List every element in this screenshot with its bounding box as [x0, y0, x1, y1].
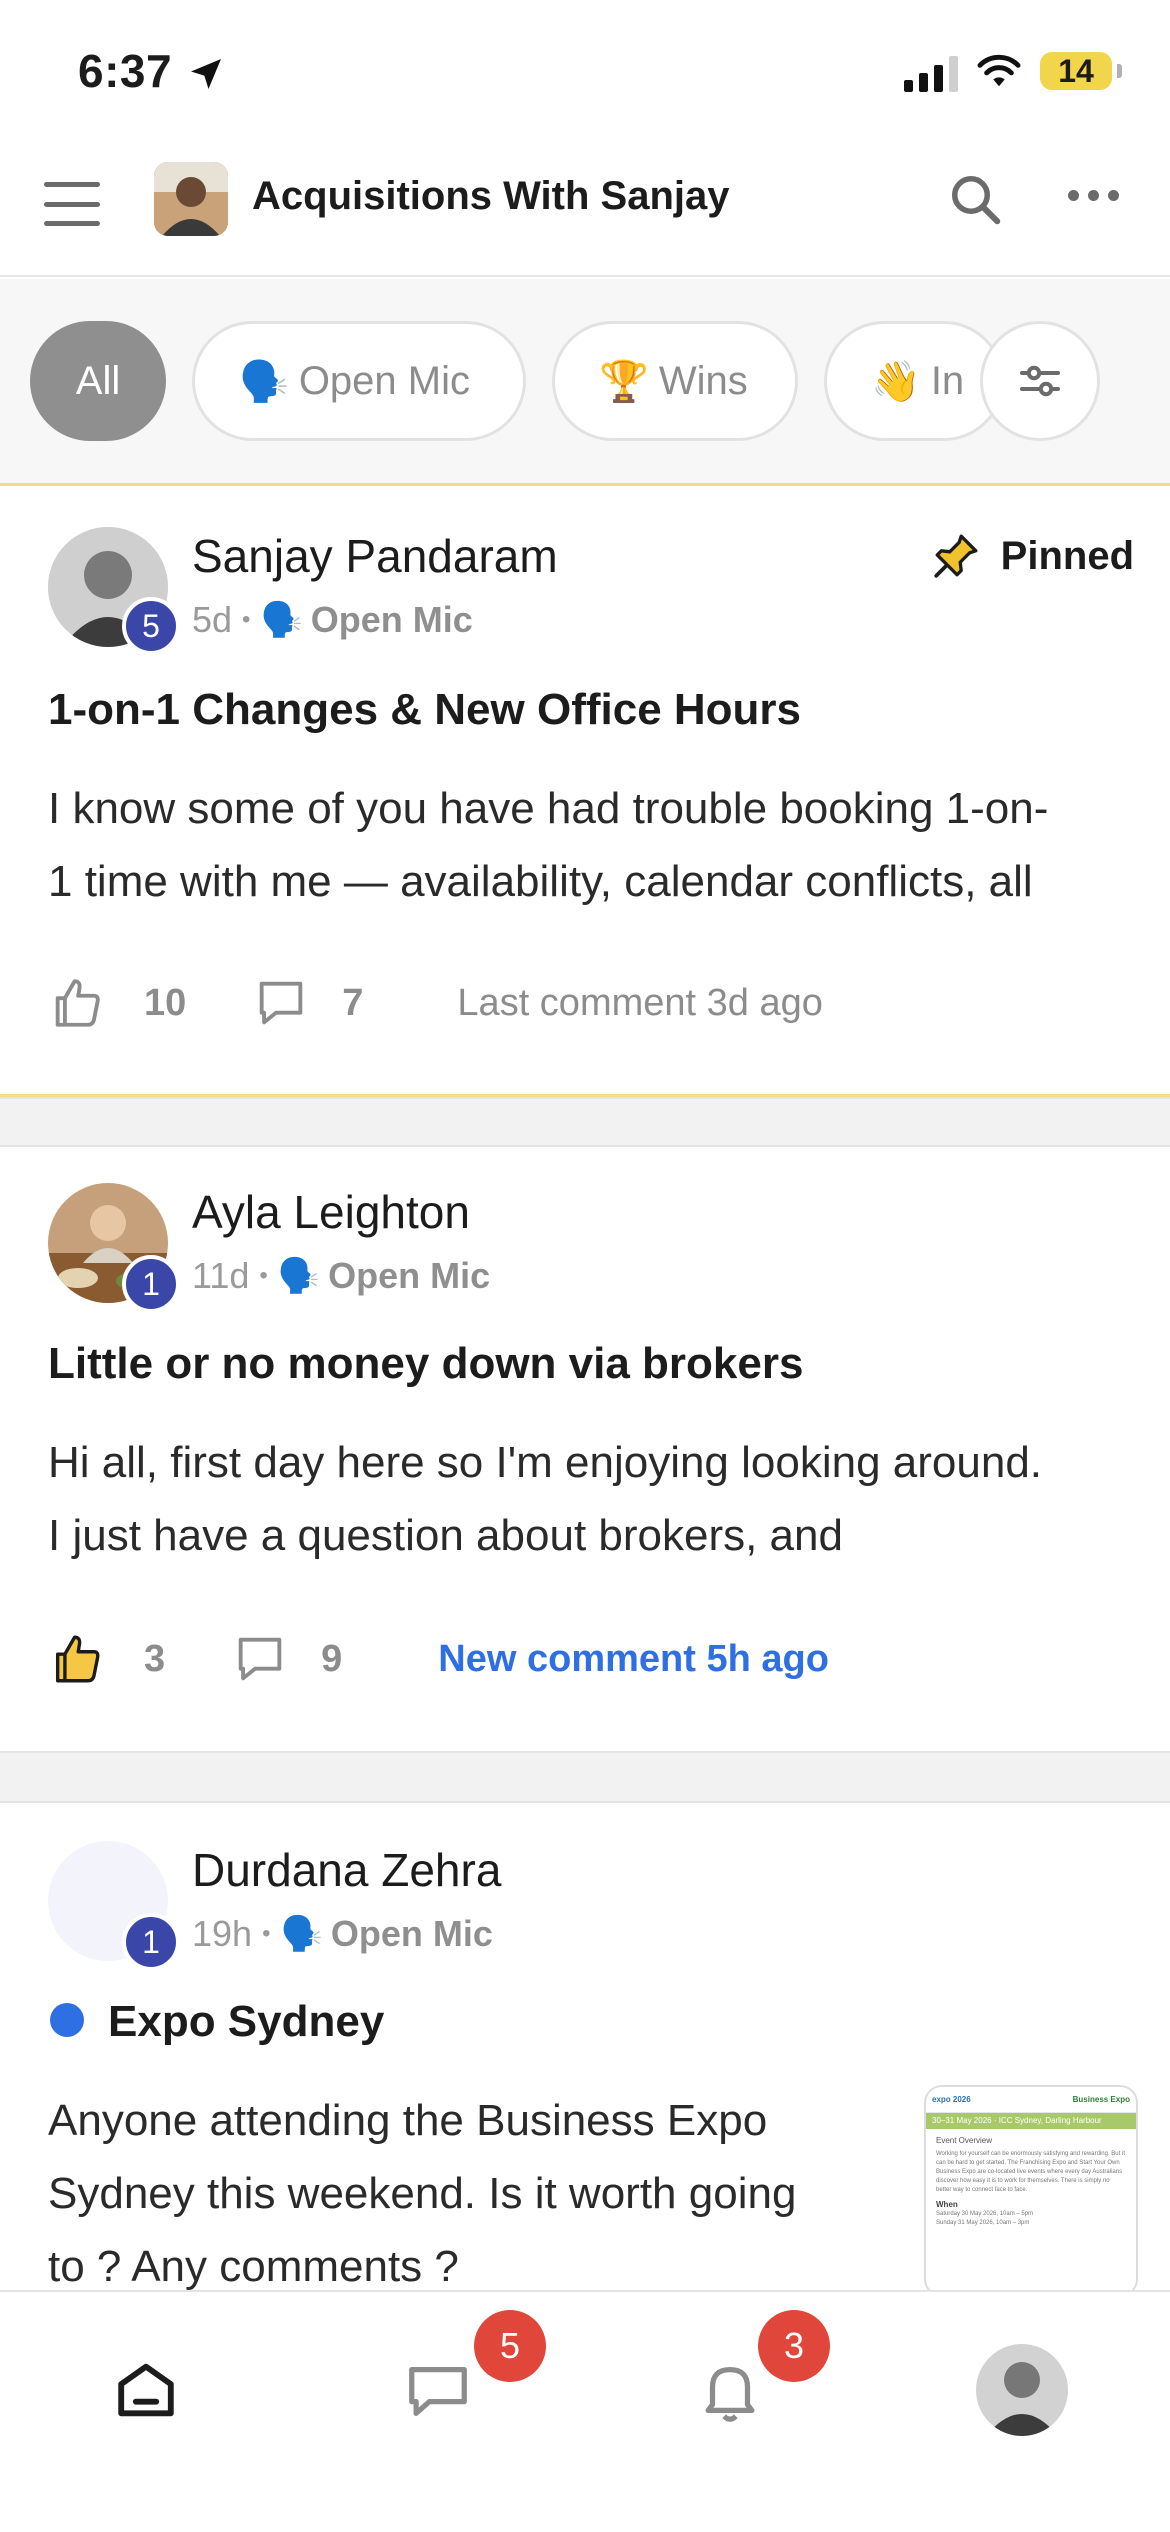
filter-chip-wins[interactable]: 🏆 Wins: [552, 321, 798, 441]
comment-count: 9: [321, 1637, 343, 1680]
sliders-icon: [1020, 365, 1060, 397]
group-avatar[interactable]: [154, 162, 228, 236]
bell-icon: [705, 2366, 755, 2422]
chat-icon: [409, 2366, 467, 2416]
post-author[interactable]: Durdana Zehra: [192, 1843, 501, 1897]
post-age: 11d: [192, 1255, 250, 1296]
post-category[interactable]: Open Mic: [328, 1255, 490, 1297]
filter-settings-button[interactable]: [980, 321, 1100, 441]
more-options-button[interactable]: [1068, 190, 1119, 201]
new-comment[interactable]: New comment 5h ago: [438, 1638, 829, 1681]
group-name[interactable]: Acquisitions With Sanjay: [252, 174, 729, 219]
post-excerpt[interactable]: Anyone attending the Business Expo Sydne…: [48, 2084, 908, 2293]
pinned-label: Pinned: [1000, 533, 1134, 578]
search-icon[interactable]: [946, 170, 1006, 230]
when-line: Sunday 31 May 2026, 10am – 3pm: [936, 2220, 1030, 2226]
nav-chat[interactable]: 5: [388, 2310, 546, 2440]
like-count: 10: [144, 981, 187, 1024]
post-author[interactable]: Ayla Leighton: [192, 1185, 470, 1239]
post-category[interactable]: Open Mic: [311, 599, 473, 641]
pin-icon: [933, 534, 978, 578]
waving-hand-icon: 👋: [871, 359, 921, 404]
post-actions: 3 9 New comment 5h ago: [48, 1629, 829, 1689]
when-label: When: [936, 2200, 958, 2209]
bottom-navigation: 5 3: [0, 2290, 1170, 2532]
when-line: Saturday 30 May 2026, 10am – 5pm: [936, 2211, 1034, 2217]
speaking-head-icon: 🗣️: [280, 1915, 323, 1953]
post-separator: [0, 1751, 1170, 1803]
post-meta: 19h • 🗣️ Open Mic: [192, 1913, 493, 1955]
speaking-head-icon: 🗣️: [239, 359, 289, 404]
post-age: 19h: [192, 1913, 253, 1954]
notifications-badge: 3: [758, 2310, 830, 2382]
post-title[interactable]: Little or no money down via brokers: [48, 1339, 803, 1389]
battery-indicator: 14: [1040, 52, 1122, 90]
unread-dot: [50, 2003, 84, 2037]
filter-chip-all[interactable]: All: [30, 321, 166, 441]
comment-icon[interactable]: [252, 974, 310, 1032]
post-card-pinned[interactable]: 5 Sanjay Pandaram 5d • 🗣️ Open Mic Pinne…: [0, 489, 1170, 1097]
filter-chip-open-mic[interactable]: 🗣️ Open Mic: [192, 321, 526, 441]
post-excerpt[interactable]: I know some of you have had trouble book…: [48, 772, 1138, 918]
post-actions: 10 7 Last comment 3d ago: [48, 973, 823, 1033]
filter-chip-intro[interactable]: 👋 In: [824, 321, 1004, 441]
post-meta: 11d • 🗣️ Open Mic: [192, 1255, 491, 1297]
speaking-head-icon: 🗣️: [260, 601, 303, 639]
overview-text: Working for yourself can be enormously s…: [936, 2151, 1125, 2193]
nav-notifications[interactable]: 3: [680, 2310, 830, 2440]
post-card[interactable]: 1 Ayla Leighton 11d • 🗣️ Open Mic Little…: [0, 1147, 1170, 1751]
level-badge: 1: [122, 1913, 180, 1971]
expo-banner: 30–31 May 2026 · ICC Sydney, Darling Har…: [926, 2113, 1136, 2129]
level-badge: 5: [122, 597, 180, 655]
post-card[interactable]: 1 Durdana Zehra 19h • 🗣️ Open Mic Expo S…: [0, 1803, 1170, 2293]
post-category[interactable]: Open Mic: [331, 1913, 493, 1955]
location-arrow-icon: [191, 59, 221, 89]
like-icon[interactable]: [48, 974, 106, 1032]
nav-profile[interactable]: [972, 2340, 1072, 2440]
menu-button[interactable]: [44, 182, 100, 226]
status-bar: 6:37 14: [0, 0, 1170, 140]
pinned-indicator: Pinned: [931, 531, 1134, 581]
post-author[interactable]: Sanjay Pandaram: [192, 529, 558, 583]
cellular-signal-icon: [904, 54, 958, 92]
chat-badge: 5: [474, 2310, 546, 2382]
wifi-icon: [977, 54, 1021, 87]
post-separator: [0, 1097, 1170, 1147]
post-age: 5d: [192, 599, 233, 640]
nav-home[interactable]: [96, 2340, 196, 2440]
home-icon: [118, 2363, 174, 2417]
category-filter-bar: All 🗣️ Open Mic 🏆 Wins 👋 In: [0, 279, 1170, 486]
speaking-head-icon: 🗣️: [277, 1257, 321, 1295]
post-excerpt[interactable]: Hi all, first day here so I'm enjoying l…: [48, 1426, 1138, 1572]
trophy-icon: 🏆: [599, 359, 649, 404]
last-comment: Last comment 3d ago: [457, 981, 823, 1024]
section-title: Event Overview: [936, 2136, 993, 2145]
expo-logo: expo 2026: [932, 2095, 971, 2104]
post-title[interactable]: Expo Sydney: [108, 1997, 384, 2047]
level-badge: 1: [122, 1255, 180, 1313]
status-time: 6:37: [78, 45, 173, 97]
brand-name: Business Expo: [1072, 2095, 1130, 2104]
post-meta: 5d • 🗣️ Open Mic: [192, 599, 473, 641]
app-header: Acquisitions With Sanjay: [0, 140, 1170, 277]
comment-icon[interactable]: [231, 1630, 289, 1688]
post-title[interactable]: 1-on-1 Changes & New Office Hours: [48, 685, 801, 735]
post-thumbnail[interactable]: expo 2026 Business Expo 30–31 May 2026 ·…: [924, 2085, 1138, 2293]
profile-avatar: [976, 2344, 1068, 2436]
like-icon[interactable]: [48, 1630, 106, 1688]
like-count: 3: [144, 1637, 166, 1680]
comment-count: 7: [342, 981, 364, 1024]
